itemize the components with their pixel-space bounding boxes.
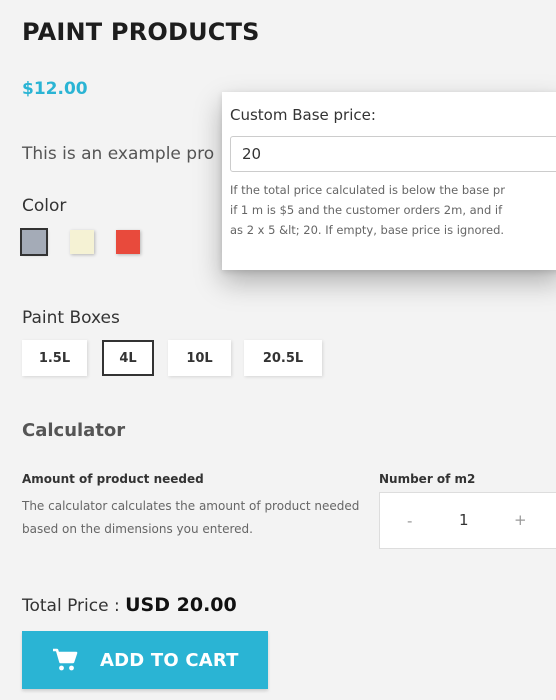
total-price: Total Price : USD 20.00 <box>22 594 237 616</box>
calculator-title: Calculator <box>22 420 126 441</box>
total-price-amount: USD 20.00 <box>125 594 237 616</box>
increment-button[interactable]: + <box>514 511 527 529</box>
amount-needed-title: Amount of product needed <box>22 472 204 486</box>
paint-box-option-1-5l[interactable]: 1.5L <box>22 340 87 376</box>
decrement-button[interactable]: - <box>407 512 412 530</box>
quantity-value[interactable]: 1 <box>459 511 469 529</box>
total-price-label: Total Price : <box>22 596 126 616</box>
color-swatch-cream[interactable] <box>70 230 94 254</box>
custom-base-price-popup: Custom Base price: If the total price ca… <box>222 92 556 270</box>
custom-base-price-help: If the total price calculated is below t… <box>230 180 556 240</box>
quantity-stepper: - 1 + <box>379 492 556 549</box>
product-title: PAINT PRODUCTS <box>22 18 260 46</box>
custom-base-price-input[interactable] <box>230 136 556 172</box>
color-swatch-red[interactable] <box>116 230 140 254</box>
help-line-3: as 2 x 5 &lt; 20. If empty, base price i… <box>230 223 505 237</box>
color-swatch-grey[interactable] <box>20 228 48 256</box>
custom-base-price-label: Custom Base price: <box>230 106 376 124</box>
product-price: $12.00 <box>22 79 88 99</box>
color-label: Color <box>22 196 67 216</box>
add-to-cart-label: ADD TO CART <box>100 650 239 671</box>
add-to-cart-button[interactable]: ADD TO CART <box>22 631 268 689</box>
cart-icon <box>53 648 78 671</box>
product-description: This is an example pro <box>22 144 215 164</box>
paint-box-option-10l[interactable]: 10L <box>168 340 231 376</box>
amount-needed-description: The calculator calculates the amount of … <box>22 499 360 536</box>
help-line-2: if 1 m is $5 and the customer orders 2m,… <box>230 203 503 217</box>
paint-box-option-20-5l[interactable]: 20.5L <box>244 340 322 376</box>
paint-boxes-label: Paint Boxes <box>22 308 120 328</box>
help-line-1: If the total price calculated is below t… <box>230 183 505 197</box>
number-of-m2-title: Number of m2 <box>379 472 476 486</box>
paint-box-option-4l[interactable]: 4L <box>102 340 154 376</box>
